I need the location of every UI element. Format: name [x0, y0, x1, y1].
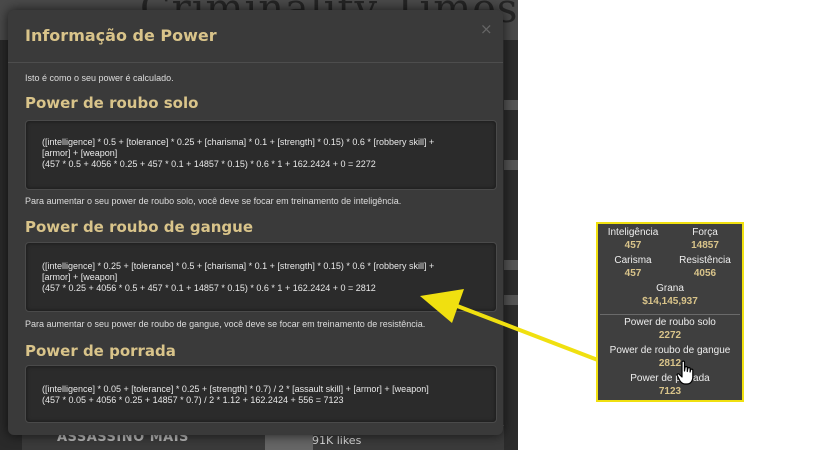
stat-intelligence: Inteligência 457	[598, 227, 668, 252]
stat-value: $14,145,937	[642, 296, 698, 307]
power-value: 7123	[658, 386, 682, 397]
power-label: Power de porrada	[630, 373, 710, 384]
stat-label: Grana	[656, 283, 684, 294]
divider	[600, 314, 740, 315]
power-label: Power de roubo de gangue	[609, 345, 731, 356]
stat-strength: Força 14857	[670, 227, 740, 252]
stat-charisma: Carisma 457	[598, 255, 668, 280]
stat-tolerance: Resistência 4056	[670, 255, 740, 280]
power-label: Power de roubo solo	[624, 317, 716, 328]
stat-label: Inteligência	[607, 227, 659, 238]
stat-label: Resistência	[679, 255, 731, 266]
power-assault[interactable]: Power de porrada 7123	[598, 373, 742, 398]
stats-panel: Inteligência 457 Força 14857 Carisma 457…	[596, 222, 744, 402]
stat-value: 4056	[693, 268, 717, 279]
hand-cursor-icon	[676, 360, 694, 385]
power-value: 2272	[658, 330, 682, 341]
stat-value: 14857	[691, 240, 719, 251]
stat-value: 457	[624, 240, 642, 251]
stat-cash: Grana $14,145,937	[598, 283, 742, 308]
power-value: 2812	[658, 358, 682, 369]
stat-label: Carisma	[614, 255, 652, 266]
power-gang[interactable]: Power de roubo de gangue 2812	[598, 345, 742, 370]
stat-value: 457	[624, 268, 642, 279]
stat-label: Força	[692, 227, 718, 238]
power-solo[interactable]: Power de roubo solo 2272	[598, 317, 742, 342]
